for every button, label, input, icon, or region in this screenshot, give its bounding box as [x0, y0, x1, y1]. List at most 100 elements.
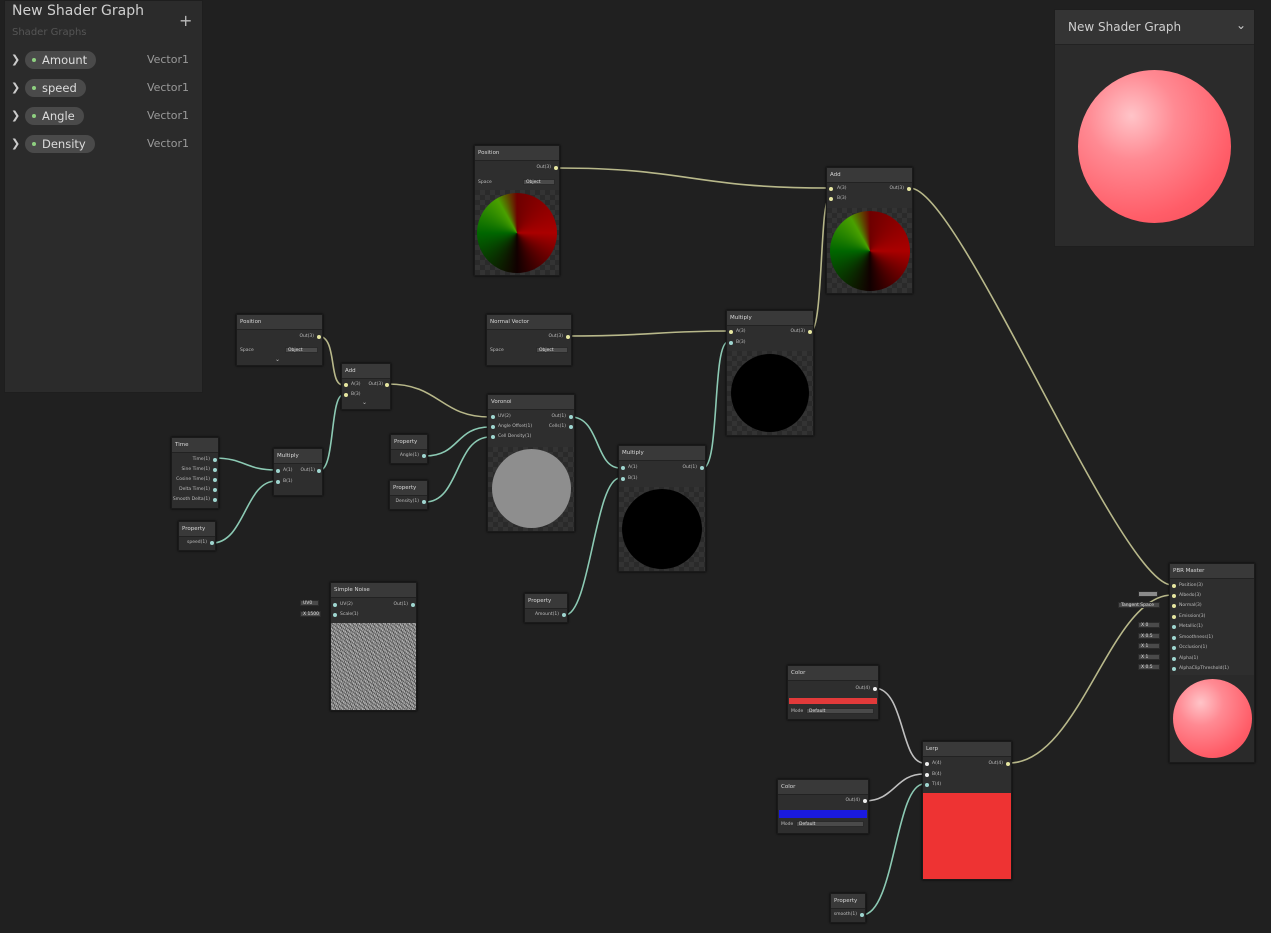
- output-port[interactable]: [569, 415, 573, 419]
- chevron-down-icon[interactable]: ⌄: [275, 357, 280, 363]
- add-node[interactable]: Add A(3) B(3) Out(3): [826, 167, 913, 294]
- smoothness-field[interactable]: X 0.5: [1138, 633, 1160, 639]
- add-node[interactable]: Add A(3) B(3) Out(3) ⌄: [341, 363, 391, 410]
- pbr-master-node[interactable]: PBR Master Position(3) Albedo(3) Normal(…: [1169, 563, 1255, 763]
- input-port-a[interactable]: [621, 466, 625, 470]
- preview-sphere[interactable]: [1078, 70, 1231, 223]
- input-port-a[interactable]: [829, 187, 833, 191]
- chevron-right-icon[interactable]: ❯: [11, 137, 20, 150]
- input-port-normal[interactable]: [1172, 604, 1176, 608]
- output-port[interactable]: [566, 335, 570, 339]
- add-property-button[interactable]: +: [179, 11, 192, 30]
- output-port[interactable]: [562, 613, 566, 617]
- color-swatch[interactable]: [789, 698, 877, 704]
- chevron-right-icon[interactable]: ❯: [11, 53, 20, 66]
- input-port-a[interactable]: [729, 330, 733, 334]
- input-port-alpha-clip[interactable]: [1172, 667, 1176, 671]
- input-port-alpha[interactable]: [1172, 657, 1176, 661]
- input-port-b[interactable]: [829, 197, 833, 201]
- output-port[interactable]: [213, 458, 217, 462]
- property-pill-density[interactable]: Density: [25, 135, 95, 153]
- output-port[interactable]: [1006, 762, 1010, 766]
- albedo-color-field[interactable]: [1138, 591, 1158, 597]
- space-dropdown[interactable]: Object: [523, 179, 555, 185]
- normal-space-field[interactable]: Tangent Space: [1118, 602, 1160, 608]
- input-port-a[interactable]: [276, 469, 280, 473]
- output-port[interactable]: [317, 469, 321, 473]
- multiply-node[interactable]: Multiply A(3) B(3) Out(3): [726, 310, 814, 436]
- mode-dropdown[interactable]: Default: [796, 821, 864, 827]
- output-port[interactable]: [213, 468, 217, 472]
- simple-noise-node[interactable]: Simple Noise UV(2) Scale(1) Out(1): [330, 582, 417, 711]
- input-port-b[interactable]: [729, 341, 733, 345]
- uv-inline-value[interactable]: UV0: [300, 600, 319, 606]
- time-node[interactable]: Time Time(1) Sine Time(1) Cosine Time(1)…: [171, 437, 219, 509]
- output-port[interactable]: [411, 603, 415, 607]
- blackboard-property-row[interactable]: ❯ Angle Vector1: [5, 106, 202, 128]
- occlusion-field[interactable]: X 1: [1138, 643, 1160, 649]
- color-node[interactable]: Color Out(4) Mode Default: [787, 665, 879, 720]
- output-port[interactable]: [873, 687, 877, 691]
- input-port-a[interactable]: [344, 383, 348, 387]
- space-dropdown[interactable]: Object: [536, 347, 568, 353]
- output-port[interactable]: [422, 454, 426, 458]
- input-port-b[interactable]: [344, 393, 348, 397]
- output-port[interactable]: [213, 488, 217, 492]
- input-port-uv[interactable]: [491, 415, 495, 419]
- input-port-smoothness[interactable]: [1172, 636, 1176, 640]
- output-port[interactable]: [569, 425, 573, 429]
- output-port[interactable]: [422, 500, 426, 504]
- chevron-down-icon[interactable]: ⌄: [1236, 18, 1246, 32]
- mode-dropdown[interactable]: Default: [806, 708, 874, 714]
- blackboard-property-row[interactable]: ❯ Amount Vector1: [5, 50, 202, 72]
- lerp-node[interactable]: Lerp A(4) B(4) T(4) Out(4): [922, 741, 1012, 880]
- output-port[interactable]: [210, 541, 214, 545]
- blackboard-property-row[interactable]: ❯ speed Vector1: [5, 78, 202, 100]
- input-port-cell-density[interactable]: [491, 435, 495, 439]
- output-port[interactable]: [700, 466, 704, 470]
- output-port[interactable]: [808, 330, 812, 334]
- color-node[interactable]: Color Out(4) Mode Default: [777, 779, 869, 834]
- chevron-right-icon[interactable]: ❯: [11, 81, 20, 94]
- input-port-angle-offset[interactable]: [491, 425, 495, 429]
- input-port-metallic[interactable]: [1172, 625, 1176, 629]
- property-node-speed[interactable]: Property speed(1): [178, 521, 216, 551]
- position-node[interactable]: Position Out(3) Space Object ⌄: [236, 314, 323, 366]
- property-pill-angle[interactable]: Angle: [25, 107, 84, 125]
- metallic-field[interactable]: X 0: [1138, 622, 1160, 628]
- alpha-clip-field[interactable]: X 0.5: [1138, 664, 1160, 670]
- input-port-albedo[interactable]: [1172, 594, 1176, 598]
- input-port-position[interactable]: [1172, 584, 1176, 588]
- input-port-t[interactable]: [925, 783, 929, 787]
- chevron-down-icon[interactable]: ⌄: [362, 400, 367, 406]
- space-dropdown[interactable]: Object: [285, 347, 318, 353]
- output-port[interactable]: [863, 799, 867, 803]
- input-port-b[interactable]: [276, 480, 280, 484]
- output-port[interactable]: [213, 498, 217, 502]
- blackboard-property-row[interactable]: ❯ Density Vector1: [5, 134, 202, 156]
- input-port-emission[interactable]: [1172, 615, 1176, 619]
- scale-inline-value[interactable]: X 1500: [300, 611, 321, 617]
- output-port[interactable]: [860, 913, 864, 917]
- property-pill-speed[interactable]: speed: [25, 79, 86, 97]
- output-port[interactable]: [213, 478, 217, 482]
- alpha-field[interactable]: X 1: [1138, 654, 1160, 660]
- input-port-uv[interactable]: [333, 603, 337, 607]
- property-pill-amount[interactable]: Amount: [25, 51, 97, 69]
- output-port[interactable]: [317, 335, 321, 339]
- input-port-b[interactable]: [925, 773, 929, 777]
- output-port[interactable]: [385, 383, 389, 387]
- input-port-scale[interactable]: [333, 613, 337, 617]
- color-swatch[interactable]: [779, 810, 867, 818]
- property-node-amount[interactable]: Property Amount(1): [524, 593, 568, 623]
- input-port-b[interactable]: [621, 477, 625, 481]
- voronoi-node[interactable]: Voronoi UV(2) Angle Offset(1) Cell Densi…: [487, 394, 575, 532]
- chevron-right-icon[interactable]: ❯: [11, 109, 20, 122]
- position-node[interactable]: Position Out(3) Space Object: [474, 145, 560, 276]
- multiply-node[interactable]: Multiply A(1) B(1) Out(1): [618, 445, 706, 572]
- multiply-node[interactable]: Multiply A(1) B(1) Out(1): [273, 448, 323, 496]
- normal-vector-node[interactable]: Normal Vector Out(3) Space Object: [486, 314, 572, 366]
- property-node-smooth[interactable]: Property smooth(1): [830, 893, 866, 923]
- property-node-density[interactable]: Property Density(1): [389, 480, 428, 510]
- property-node-angle[interactable]: Property Angle(1): [390, 434, 428, 464]
